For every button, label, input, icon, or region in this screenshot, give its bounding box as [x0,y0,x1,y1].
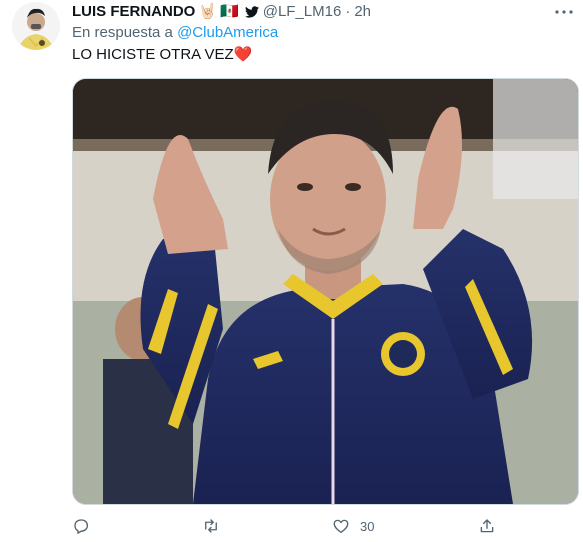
tweet-timestamp[interactable]: 2h [354,2,371,22]
more-options-button[interactable] [554,4,574,20]
rock-hand-emoji: 🤘🏻 [198,3,218,20]
like-count: 30 [360,518,375,534]
retweet-button[interactable] [202,514,220,538]
tweet-actions: 30 [72,514,512,538]
reply-bubble-icon [74,519,89,534]
tweet-text: LO HICISTE OTRA VEZ❤️ [72,45,252,65]
author-name[interactable]: LUIS FERNANDO [72,2,195,22]
share-upload-icon [480,519,494,533]
tweet[interactable]: LUIS FERNANDO 🤘🏻 🇲🇽 @LF_LM16 · 2h En res… [0,0,583,542]
reply-prefix: En respuesta a [72,24,173,41]
more-dots-icon [555,10,573,14]
author-handle[interactable]: @LF_LM16 [263,2,342,22]
heart-emoji: ❤️ [233,46,253,63]
photo-image [73,79,578,504]
reply-mention-link[interactable]: @ClubAmerica [177,24,278,41]
mexico-flag-emoji: 🇲🇽 [220,3,239,20]
heart-outline-icon [333,519,349,534]
reply-button[interactable] [72,514,90,538]
tweet-media-photo[interactable] [72,78,579,505]
avatar-image [12,2,60,50]
share-button[interactable] [478,514,496,538]
separator-dot: · [345,3,351,20]
tweet-text-body: LO HICISTE OTRA VEZ [72,46,234,63]
tweet-header: LUIS FERNANDO 🤘🏻 🇲🇽 @LF_LM16 · 2h [72,2,371,22]
reply-context: En respuesta a @ClubAmerica [72,23,278,43]
like-button[interactable]: 30 [332,514,374,538]
twitter-bird-icon [244,6,259,18]
retweet-arrows-icon [205,519,217,533]
avatar[interactable] [12,2,60,50]
